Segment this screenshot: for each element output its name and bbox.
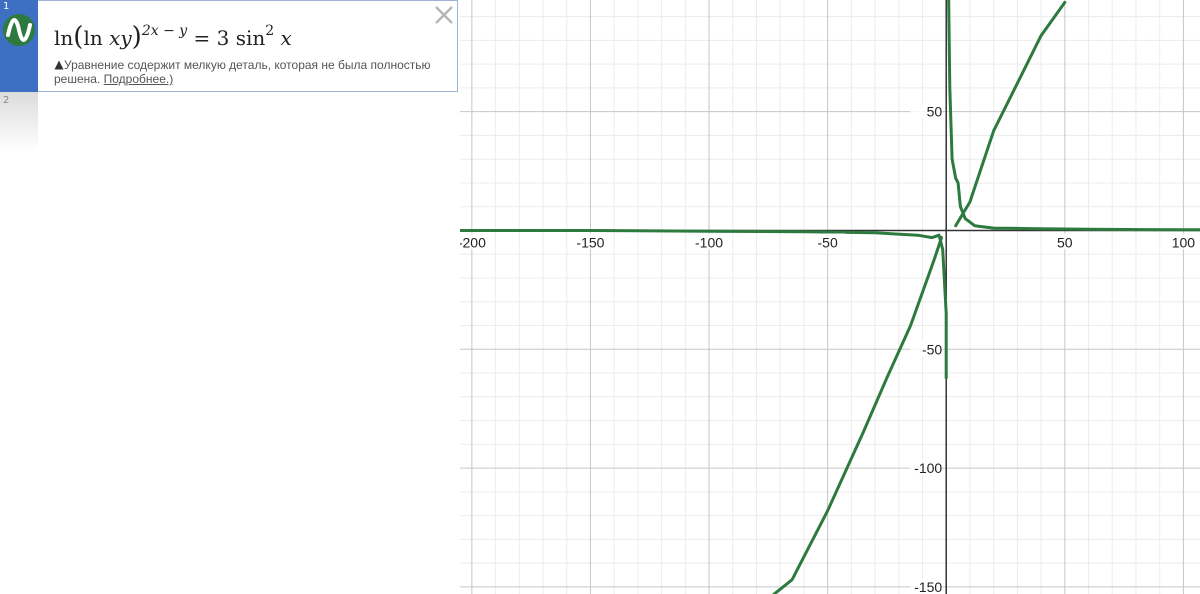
curve-series-2 [954, 0, 1067, 228]
y-tick-label: 50 [927, 104, 943, 120]
expression-warning: Уравнение содержит мелкую деталь, котора… [54, 58, 458, 86]
ln-function-inner: ln [83, 26, 103, 50]
delete-expression-button[interactable] [433, 4, 455, 26]
sin-function: sin [235, 26, 266, 50]
graph-area[interactable]: -200 -150 -100 -50 50 100 50 -50 -100 -150 [460, 0, 1200, 594]
equals-rhs: = 3 [193, 26, 230, 50]
x-tick-label: -200 [460, 234, 486, 250]
x-tick-label: 100 [1172, 234, 1196, 250]
exponent: 2x − y [141, 23, 188, 39]
expression-formula[interactable]: ln(ln xy)2x − y = 3 sin2 x [54, 22, 292, 52]
expression-list: 1 ln(ln xy)2x − y = 3 sin2 x Уравнение с… [0, 0, 460, 594]
y-tick-label: -50 [922, 341, 942, 357]
expression-index-1: 1 [3, 1, 10, 12]
variable-x: x [280, 26, 292, 50]
warning-icon [54, 60, 64, 70]
y-tick-label: -150 [914, 579, 942, 594]
x-tick-label: 50 [1057, 234, 1073, 250]
open-paren: ( [73, 22, 84, 52]
close-paren: ) [131, 22, 142, 52]
wave-icon [6, 18, 32, 42]
expression-gutter-2[interactable]: 2 [0, 92, 38, 152]
graph-style-icon[interactable] [3, 14, 35, 46]
x-tick-label: -50 [818, 234, 838, 250]
graph-canvas[interactable]: -200 -150 -100 -50 50 100 50 -50 -100 -150 [460, 0, 1200, 594]
sin-exponent: 2 [265, 23, 275, 39]
x-tick-label: -100 [695, 234, 723, 250]
x-tick-label: -150 [576, 234, 604, 250]
y-axis-tick-labels: 50 -50 -100 -150 [910, 102, 943, 594]
expression-index-2: 2 [3, 95, 10, 106]
curve-series-4 [771, 236, 943, 594]
variable-xy: xy [109, 26, 132, 50]
y-tick-label: -100 [914, 460, 942, 476]
close-icon [435, 6, 453, 24]
curve-series-1 [947, 0, 1200, 232]
expression-gutter-1[interactable]: 1 [0, 0, 38, 92]
warning-more-link[interactable]: Подробнее.) [104, 72, 174, 86]
ln-function: ln [54, 26, 74, 50]
curve-series-3 [460, 229, 948, 380]
